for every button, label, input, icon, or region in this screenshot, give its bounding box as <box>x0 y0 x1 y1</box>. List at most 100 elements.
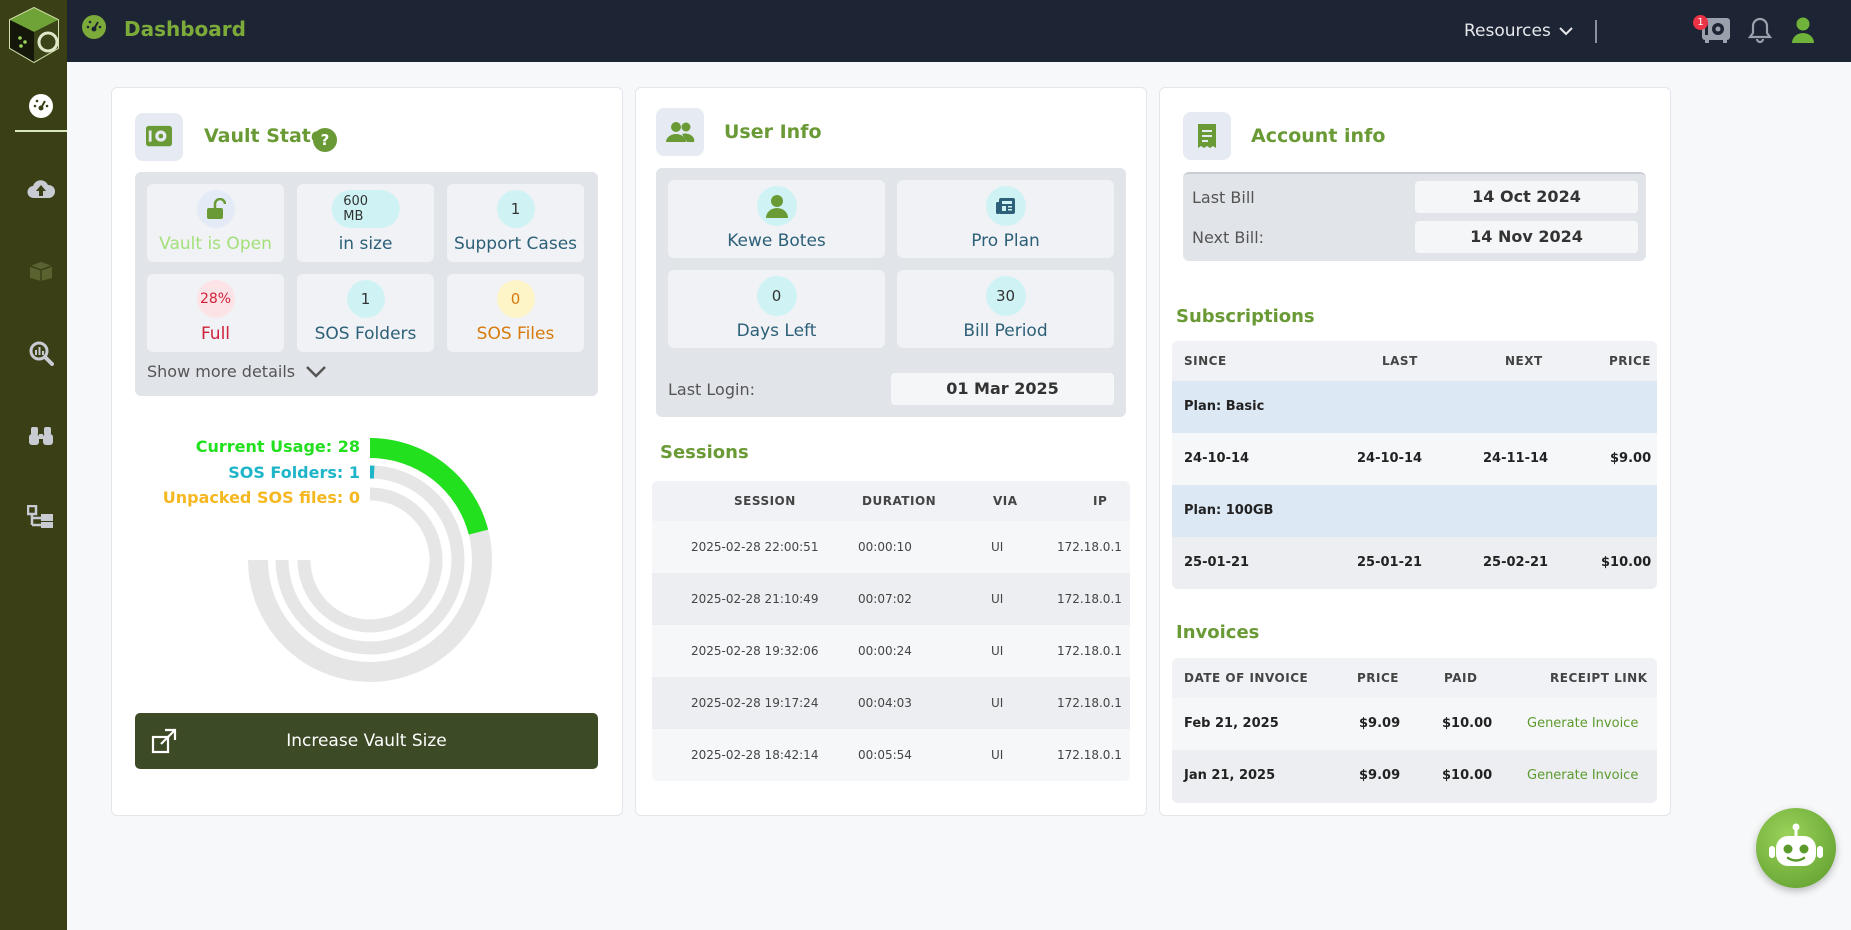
sessions-table: SESSION DURATION VIA IP 2025-02-28 22:00… <box>652 481 1130 781</box>
next-bill-label: Next Bill: <box>1192 228 1265 247</box>
vault-state-title: Vault State <box>204 125 324 147</box>
session-via: UI <box>991 592 1004 606</box>
sidebar-item-structure[interactable] <box>15 492 67 542</box>
support-cases-tile: 1 Support Cases <box>447 184 584 262</box>
increase-vault-size-button[interactable]: Increase Vault Size <box>135 713 598 769</box>
user-info-title: User Info <box>724 121 822 143</box>
generate-invoice-link[interactable]: Generate Invoice <box>1527 716 1638 731</box>
plan-name: Plan: 100GB <box>1184 503 1274 518</box>
vault-icon <box>146 125 172 147</box>
user-name-tile: Kewe Botes <box>668 180 885 258</box>
help-button[interactable]: ? <box>313 128 337 152</box>
plan-group-row: Plan: 100GB <box>1172 485 1657 537</box>
next-bill-value: 14 Nov 2024 <box>1415 221 1638 253</box>
session-duration: 00:07:02 <box>858 592 912 606</box>
show-more-details[interactable]: Show more details <box>147 362 327 381</box>
col-since: SINCE <box>1184 354 1227 368</box>
support-cases-value: 1 <box>496 190 535 228</box>
user-icon-badge <box>756 186 797 226</box>
col-price: PRICE <box>1357 671 1400 685</box>
table-row: 2025-02-28 22:00:51 00:00:10 UI 172.18.0… <box>652 521 1130 573</box>
last-bill-label: Last Bill <box>1192 188 1255 207</box>
search-analytics-icon <box>29 341 54 366</box>
col-receipt-link: RECEIPT LINK <box>1550 671 1648 685</box>
topbar-divider <box>1595 20 1597 43</box>
session-via: UI <box>991 696 1004 710</box>
bill-period-tile: 30 Bill Period <box>897 270 1114 348</box>
user-info-header-icon-box <box>656 108 704 156</box>
table-row: 24-10-14 24-10-14 24-11-14 $9.00 <box>1172 433 1657 485</box>
legend-sos-folders: SOS Folders: 1 <box>228 463 360 482</box>
user-avatar-icon[interactable] <box>1791 16 1815 44</box>
unlock-icon <box>206 198 226 219</box>
table-row: Jan 21, 2025 $9.09 $10.00 Generate Invoi… <box>1172 750 1657 803</box>
sidebar <box>0 0 67 930</box>
col-session: SESSION <box>734 494 796 508</box>
session-duration: 00:04:03 <box>858 696 912 710</box>
session-ip: 172.18.0.1 <box>1057 592 1122 606</box>
notification-badge: 1 <box>1693 15 1708 30</box>
account-info-title: Account info <box>1251 125 1386 147</box>
last-bill-value: 14 Oct 2024 <box>1415 181 1638 213</box>
cloud-upload-icon <box>27 180 55 199</box>
user-icon <box>765 195 788 218</box>
col-price: PRICE <box>1609 354 1652 368</box>
sos-folders-tile: 1 SOS Folders <box>297 274 434 352</box>
receipt-icon <box>1198 124 1216 148</box>
table-row: 25-01-21 25-01-21 25-02-21 $10.00 <box>1172 537 1657 589</box>
last-login-label: Last Login: <box>668 380 755 399</box>
table-row: 2025-02-28 21:10:49 00:07:02 UI 172.18.0… <box>652 573 1130 625</box>
sub-price: $9.00 <box>1610 451 1652 466</box>
invoices-table: DATE OF INVOICE PRICE PAID RECEIPT LINK … <box>1172 658 1657 803</box>
generate-invoice-link[interactable]: Generate Invoice <box>1527 768 1638 783</box>
invoice-paid: $10.00 <box>1442 716 1493 731</box>
sidebar-item-upload[interactable] <box>15 164 67 214</box>
session-ip: 172.18.0.1 <box>1057 644 1122 658</box>
sidebar-item-analytics[interactable] <box>15 328 67 378</box>
box-icon <box>29 262 53 281</box>
sidebar-item-archive[interactable] <box>15 246 67 296</box>
table-row: 2025-02-28 19:32:06 00:00:24 UI 172.18.0… <box>652 625 1130 677</box>
legend-current-usage: Current Usage: 28 <box>195 437 360 456</box>
resources-menu[interactable]: Resources <box>1464 21 1573 41</box>
legend-unpacked-files: Unpacked SOS files: 0 <box>162 488 360 507</box>
col-ip: IP <box>1093 494 1108 508</box>
session-time: 2025-02-28 22:00:51 <box>691 540 819 554</box>
sidebar-item-explore[interactable] <box>15 410 67 460</box>
app-logo[interactable] <box>6 6 62 66</box>
vault-size-label: in size <box>338 234 393 254</box>
binoculars-icon <box>29 427 53 445</box>
bell-icon[interactable] <box>1748 16 1772 44</box>
newspaper-icon <box>995 198 1015 214</box>
session-duration: 00:00:24 <box>858 644 912 658</box>
table-row: Feb 21, 2025 $9.09 $10.00 Generate Invoi… <box>1172 698 1657 750</box>
table-row: 2025-02-28 18:42:14 00:05:54 UI 172.18.0… <box>652 729 1130 781</box>
col-last: LAST <box>1382 354 1418 368</box>
unlock-icon-badge <box>196 190 235 228</box>
sub-since: 25-01-21 <box>1184 555 1250 570</box>
subscriptions-table: SINCE LAST NEXT PRICE Plan: Basic 24-10-… <box>1172 341 1657 589</box>
account-header-icon-box <box>1183 112 1231 160</box>
plan-icon-badge <box>985 186 1026 226</box>
sos-files-value: 0 <box>496 280 535 318</box>
vault-full-tile: 28% Full <box>147 274 284 352</box>
session-time: 2025-02-28 19:32:06 <box>691 644 819 658</box>
subscriptions-title: Subscriptions <box>1176 306 1315 327</box>
session-ip: 172.18.0.1 <box>1057 540 1122 554</box>
sidebar-item-dashboard[interactable] <box>15 82 67 132</box>
robot-icon <box>1769 823 1823 866</box>
session-via: UI <box>991 540 1004 554</box>
vault-open-tile: Vault is Open <box>147 184 284 262</box>
invoices-title: Invoices <box>1176 622 1260 643</box>
vault-size-tile: 600 MB in size <box>297 184 434 262</box>
chatbot-button[interactable] <box>1756 808 1836 888</box>
vault-full-label: Full <box>200 324 231 344</box>
session-time: 2025-02-28 21:10:49 <box>691 592 819 606</box>
sessions-header-row: SESSION DURATION VIA IP <box>652 481 1130 521</box>
increase-vault-size-label: Increase Vault Size <box>286 731 447 751</box>
col-paid: PAID <box>1444 671 1478 685</box>
days-left-tile: 0 Days Left <box>668 270 885 348</box>
sub-last: 24-10-14 <box>1357 451 1423 466</box>
session-ip: 172.18.0.1 <box>1057 696 1122 710</box>
invoice-paid: $10.00 <box>1442 768 1493 783</box>
